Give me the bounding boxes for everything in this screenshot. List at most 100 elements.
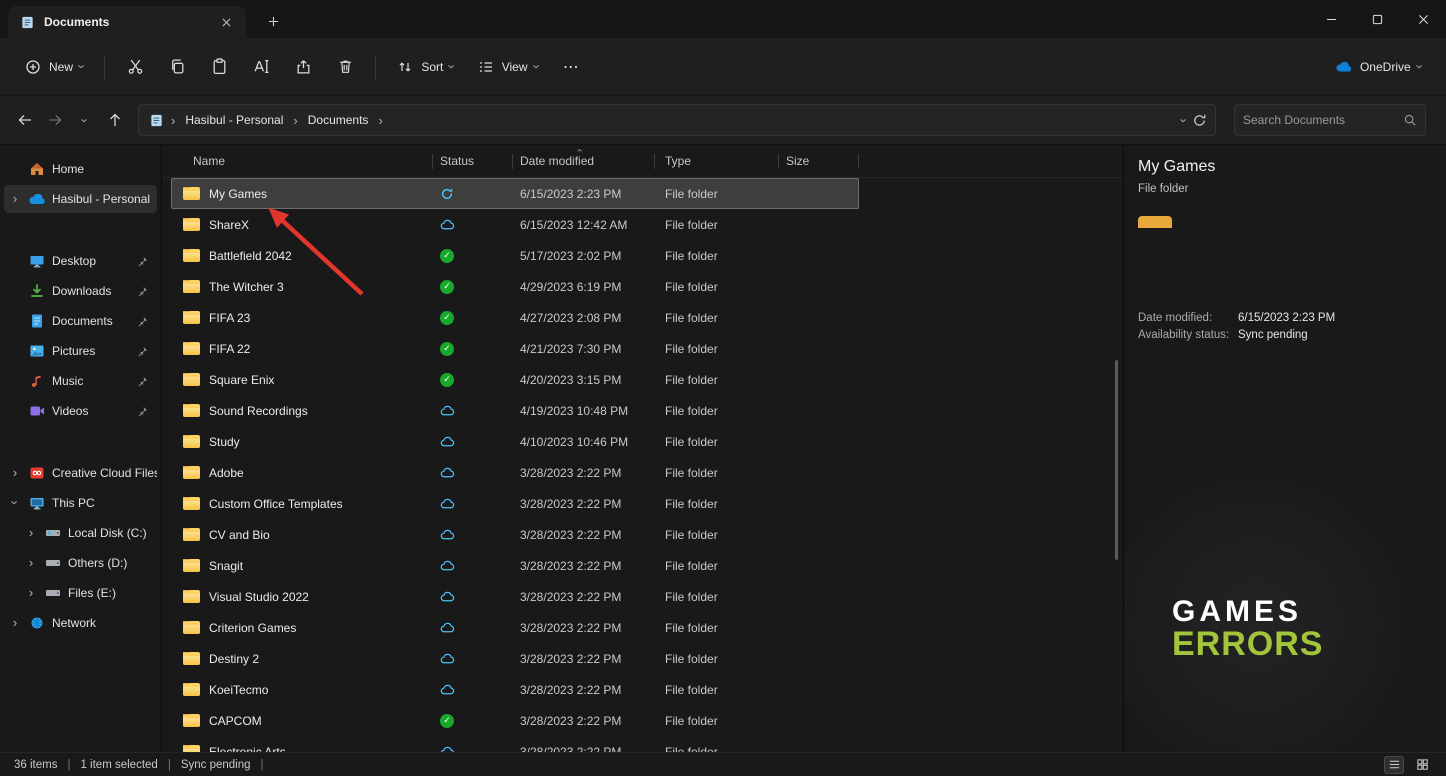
table-row[interactable]: KoeiTecmo 3/28/2023 2:22 PM File folder [171,674,859,705]
forward-button[interactable] [40,105,70,135]
file-status-cell [433,589,513,604]
table-row[interactable]: Destiny 2 3/28/2023 2:22 PM File folder [171,643,859,674]
file-status-cell: ✓ [433,342,513,356]
folder-icon [183,373,200,386]
maximize-button[interactable] [1354,0,1400,38]
minimize-button[interactable] [1308,0,1354,38]
expand-chevron-icon[interactable] [24,586,38,600]
sidebar-item-local-disk-c[interactable]: Local Disk (C:) [20,519,157,547]
share-button[interactable] [283,50,323,84]
sidebar-item-network[interactable]: Network [4,609,157,637]
collapse-chevron-icon[interactable] [8,496,22,510]
status-separator: | [168,759,171,771]
breadcrumb-item[interactable]: Documents [304,111,373,129]
sidebar-item-label: Videos [52,404,88,418]
rename-button[interactable] [241,50,281,84]
search-icon[interactable] [1403,113,1417,127]
details-view-toggle[interactable] [1384,756,1404,774]
sidebar-item-creative-cloud[interactable]: Creative Cloud Files [4,459,157,487]
table-row[interactable]: Sound Recordings 4/19/2023 10:48 PM File… [171,395,859,426]
more-options-button[interactable] [551,50,591,84]
file-type: File folder [655,745,779,753]
status-bar: 36 items | 1 item selected | Sync pendin… [0,752,1446,776]
up-button[interactable] [100,105,130,135]
sidebar-item-home[interactable]: Home [4,155,157,183]
sidebar-item-videos[interactable]: Videos [4,397,157,425]
table-row[interactable]: My Games 6/15/2023 2:23 PM File folder [171,178,859,209]
column-header-size[interactable]: Size [779,145,859,177]
sidebar-item-pictures[interactable]: Pictures [4,337,157,365]
breadcrumb-chevron-icon[interactable] [378,114,382,127]
tab-documents[interactable]: Documents [8,6,246,38]
address-dropdown-icon[interactable] [1177,118,1190,122]
delete-button[interactable] [325,50,365,84]
file-name-cell: FIFA 23 [171,311,433,325]
recent-locations-button[interactable] [70,105,100,135]
sidebar-item-label: Local Disk (C:) [68,526,147,540]
file-type: File folder [655,280,779,294]
table-row[interactable]: Snagit 3/28/2023 2:22 PM File folder [171,550,859,581]
expand-chevron-icon[interactable] [8,192,22,206]
sidebar-item-onedrive[interactable]: Hasibul - Personal [4,185,157,213]
table-row[interactable]: Electronic Arts 3/28/2023 2:22 PM File f… [171,736,859,752]
table-row[interactable]: Study 4/10/2023 10:46 PM File folder [171,426,859,457]
table-row[interactable]: FIFA 23 ✓ 4/27/2023 2:08 PM File folder [171,302,859,333]
table-row[interactable]: ShareX 6/15/2023 12:42 AM File folder [171,209,859,240]
expand-chevron-icon[interactable] [24,526,38,540]
file-name-cell: KoeiTecmo [171,683,433,697]
column-header-date-modified[interactable]: Date modified [513,145,655,177]
table-row[interactable]: Battlefield 2042 ✓ 5/17/2023 2:02 PM Fil… [171,240,859,271]
new-tab-button[interactable] [260,9,286,33]
column-header-name[interactable]: Name [171,145,433,177]
sidebar-item-others-d[interactable]: Others (D:) [20,549,157,577]
expand-chevron-icon[interactable] [8,616,22,630]
documents-icon [28,312,46,330]
vertical-scrollbar[interactable] [1115,360,1118,560]
sidebar-item-documents[interactable]: Documents [4,307,157,335]
table-row[interactable]: Adobe 3/28/2023 2:22 PM File folder [171,457,859,488]
file-status-icon [440,620,455,635]
search-input[interactable] [1243,113,1403,127]
sidebar-item-downloads[interactable]: Downloads [4,277,157,305]
sidebar-item-files-e[interactable]: Files (E:) [20,579,157,607]
back-button[interactable] [10,105,40,135]
folder-icon [183,466,200,479]
expand-chevron-icon[interactable] [8,466,22,480]
table-row[interactable]: The Witcher 3 ✓ 4/29/2023 6:19 PM File f… [171,271,859,302]
view-toggles [1384,756,1432,774]
file-date: 4/20/2023 3:15 PM [513,373,655,387]
new-button[interactable]: New [14,50,94,84]
details-subtitle: File folder [1138,183,1189,195]
table-row[interactable]: Custom Office Templates 3/28/2023 2:22 P… [171,488,859,519]
sidebar-item-this-pc[interactable]: This PC [4,489,157,517]
table-row[interactable]: CAPCOM ✓ 3/28/2023 2:22 PM File folder [171,705,859,736]
large-icons-view-toggle[interactable] [1412,756,1432,774]
onedrive-button[interactable]: OneDrive [1325,50,1432,84]
close-button[interactable] [1400,0,1446,38]
sidebar-item-music[interactable]: Music [4,367,157,395]
copy-button[interactable] [157,50,197,84]
column-header-type[interactable]: Type [655,145,779,177]
breadcrumb-chevron-icon[interactable] [293,114,297,127]
table-row[interactable]: CV and Bio 3/28/2023 2:22 PM File folder [171,519,859,550]
file-type: File folder [655,466,779,480]
table-row[interactable]: FIFA 22 ✓ 4/21/2023 7:30 PM File folder [171,333,859,364]
column-header-status[interactable]: Status [433,145,513,177]
refresh-button[interactable] [1192,113,1207,128]
view-button[interactable]: View [467,50,549,84]
breadcrumb-item[interactable]: Hasibul - Personal [181,111,287,129]
sidebar-item-desktop[interactable]: Desktop [4,247,157,275]
sort-icon [396,58,414,76]
cut-button[interactable] [115,50,155,84]
table-row[interactable]: Criterion Games 3/28/2023 2:22 PM File f… [171,612,859,643]
table-row[interactable]: Visual Studio 2022 3/28/2023 2:22 PM Fil… [171,581,859,612]
sort-button[interactable]: Sort [386,50,464,84]
file-status-icon [440,744,455,752]
paste-button[interactable] [199,50,239,84]
address-bar[interactable]: Hasibul - Personal Documents [138,104,1216,136]
file-status-icon [440,217,455,232]
expand-chevron-icon[interactable] [24,556,38,570]
tab-close-icon[interactable] [216,12,236,32]
table-row[interactable]: Square Enix ✓ 4/20/2023 3:15 PM File fol… [171,364,859,395]
file-date: 3/28/2023 2:22 PM [513,621,655,635]
